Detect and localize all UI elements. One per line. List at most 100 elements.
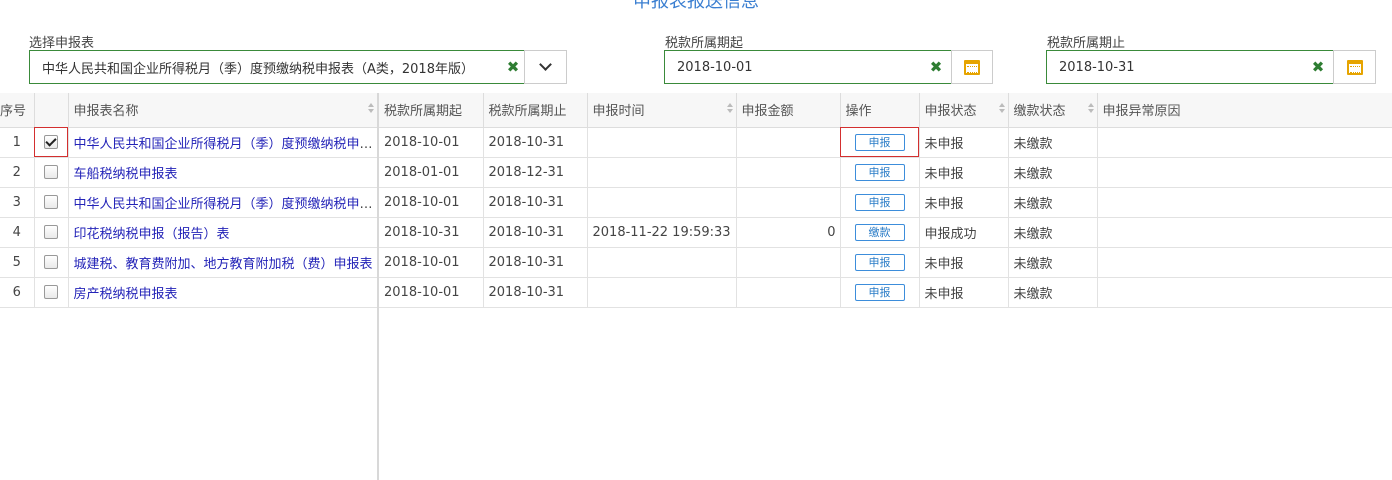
row-checkbox[interactable] bbox=[44, 285, 58, 299]
table-row[interactable]: 2 车船税纳税申报表 bbox=[0, 157, 378, 188]
row-error-reason bbox=[1097, 247, 1392, 278]
row-seq: 1 bbox=[0, 127, 35, 158]
form-name-link[interactable]: 城建税、教育费附加、地方教育附加税（费）申报表 bbox=[74, 257, 373, 272]
form-dropdown-button[interactable] bbox=[524, 50, 567, 84]
row-amount bbox=[736, 277, 841, 308]
form-name-link[interactable]: 印花税纳税申报（报告）表 bbox=[74, 227, 230, 242]
row-period-start: 2018-01-01 bbox=[379, 157, 484, 188]
row-checkbox[interactable] bbox=[44, 165, 58, 179]
row-form-name-cell[interactable]: 车船税纳税申报表 bbox=[68, 157, 378, 188]
col-header-pay-status-label: 缴款状态 bbox=[1013, 104, 1066, 120]
pay-button[interactable]: 缴款 bbox=[854, 223, 905, 241]
row-checkbox-cell[interactable] bbox=[34, 127, 69, 158]
row-pay-status: 未缴款 bbox=[1008, 157, 1098, 188]
declare-button[interactable]: 申报 bbox=[854, 163, 905, 181]
row-declare-time: 2018-11-22 19:59:33 bbox=[587, 217, 737, 248]
row-period-end: 2018-10-31 bbox=[483, 187, 588, 218]
row-pay-status: 未缴款 bbox=[1008, 247, 1098, 278]
row-checkbox-cell[interactable] bbox=[34, 277, 69, 308]
period-start-label: 税款所属期起 bbox=[665, 36, 744, 51]
row-declare-status: 申报成功 bbox=[919, 217, 1009, 248]
col-header-pay-status[interactable]: 缴款状态 bbox=[1008, 93, 1098, 128]
table-row[interactable]: 2018-10-31 2018-10-31 2018-11-22 19:59:33 0… bbox=[379, 217, 1392, 248]
col-header-declare-time[interactable]: 申报时间 bbox=[587, 93, 737, 128]
row-declare-status: 未申报 bbox=[919, 247, 1009, 278]
form-name-link[interactable]: 中华人民共和国企业所得税月（季）度预缴纳税申报表（B类，2018年版） bbox=[74, 197, 377, 212]
row-period-end: 2018-10-31 bbox=[483, 277, 588, 308]
row-form-name-cell[interactable]: 中华人民共和国企业所得税月（季）度预缴纳税申报表（A类，2018年版） bbox=[68, 127, 378, 158]
period-end-input[interactable]: 2018-10-31 ✖ bbox=[1046, 50, 1334, 84]
table-row[interactable]: 4 印花税纳税申报（报告）表 bbox=[0, 217, 378, 248]
row-checkbox-cell[interactable] bbox=[34, 217, 69, 248]
table-row[interactable]: 2018-10-01 2018-10-31 申报 未申报 未缴款 bbox=[379, 247, 1392, 278]
table-row[interactable]: 3 中华人民共和国企业所得税月（季）度预缴纳税申报表（B类，2018年版） bbox=[0, 187, 378, 218]
row-operation-cell: 申报 bbox=[840, 277, 920, 308]
col-header-declare-status[interactable]: 申报状态 bbox=[919, 93, 1009, 128]
table-row[interactable]: 6 房产税纳税申报表 bbox=[0, 277, 378, 308]
row-form-name-cell[interactable]: 印花税纳税申报（报告）表 bbox=[68, 217, 378, 248]
table-row[interactable]: 1 中华人民共和国企业所得税月（季）度预缴纳税申报表（A类，2018年版） bbox=[0, 127, 378, 158]
row-pay-status: 未缴款 bbox=[1008, 127, 1098, 158]
row-operation-cell: 申报 bbox=[840, 157, 920, 188]
table-row[interactable]: 2018-01-01 2018-12-31 申报 未申报 未缴款 bbox=[379, 157, 1392, 188]
chevron-down-icon bbox=[539, 58, 552, 71]
declare-button[interactable]: 申报 bbox=[854, 133, 905, 151]
row-declare-status: 未申报 bbox=[919, 127, 1009, 158]
col-header-period-end: 税款所属期止 bbox=[483, 93, 588, 128]
period-start-value: 2018-10-01 bbox=[677, 59, 753, 75]
period-start-input[interactable]: 2018-10-01 ✖ bbox=[664, 50, 952, 84]
form-select[interactable]: 中华人民共和国企业所得税月（季）度预缴纳税申报表（A类，2018年版） ✖ bbox=[29, 50, 525, 84]
period-end-calendar-button[interactable] bbox=[1333, 50, 1376, 84]
table-row[interactable]: 2018-10-01 2018-10-31 申报 未申报 未缴款 bbox=[379, 277, 1392, 308]
row-checkbox-cell[interactable] bbox=[34, 247, 69, 278]
calendar-icon bbox=[964, 59, 980, 75]
declare-button[interactable]: 申报 bbox=[854, 283, 905, 301]
form-name-link[interactable]: 房产税纳税申报表 bbox=[74, 287, 178, 302]
declare-button[interactable]: 申报 bbox=[854, 253, 905, 271]
row-declare-time bbox=[587, 127, 737, 158]
col-header-name-label: 申报表名称 bbox=[73, 104, 139, 120]
row-period-end: 2018-10-31 bbox=[483, 217, 588, 248]
row-checkbox[interactable] bbox=[44, 135, 58, 149]
row-amount: 0 bbox=[736, 217, 841, 248]
table-row[interactable]: 2018-10-01 2018-10-31 申报 未申报 未缴款 bbox=[379, 127, 1392, 158]
col-header-declare-time-label: 申报时间 bbox=[592, 104, 645, 120]
row-amount bbox=[736, 187, 841, 218]
row-seq: 5 bbox=[0, 247, 35, 278]
close-icon[interactable]: ✖ bbox=[925, 58, 947, 76]
table-row[interactable]: 5 城建税、教育费附加、地方教育附加税（费）申报表 bbox=[0, 247, 378, 278]
row-pay-status: 未缴款 bbox=[1008, 277, 1098, 308]
col-header-operation: 操作 bbox=[840, 93, 920, 128]
row-checkbox[interactable] bbox=[44, 195, 58, 209]
row-operation-cell: 缴款 bbox=[840, 217, 920, 248]
row-form-name-cell[interactable]: 中华人民共和国企业所得税月（季）度预缴纳税申报表（B类，2018年版） bbox=[68, 187, 378, 218]
right-table: 税款所属期起 税款所属期止 申报时间 申报金额 操作 申报状态 缴款状态 申报异… bbox=[379, 93, 1392, 308]
row-declare-time bbox=[587, 187, 737, 218]
row-checkbox[interactable] bbox=[44, 255, 58, 269]
row-seq: 6 bbox=[0, 277, 35, 308]
table-row[interactable]: 2018-10-01 2018-10-31 申报 未申报 未缴款 bbox=[379, 187, 1392, 218]
row-error-reason bbox=[1097, 127, 1392, 158]
left-header-row: 序号 申报表名称 bbox=[0, 93, 378, 128]
row-seq: 2 bbox=[0, 157, 35, 188]
form-name-link[interactable]: 中华人民共和国企业所得税月（季）度预缴纳税申报表（A类，2018年版） bbox=[74, 137, 377, 152]
form-name-link[interactable]: 车船税纳税申报表 bbox=[74, 167, 178, 182]
row-checkbox[interactable] bbox=[44, 225, 58, 239]
col-header-name[interactable]: 申报表名称 bbox=[68, 93, 378, 128]
period-start-calendar-button[interactable] bbox=[951, 50, 993, 84]
row-error-reason bbox=[1097, 277, 1392, 308]
col-header-declare-status-label: 申报状态 bbox=[924, 104, 977, 120]
row-period-end: 2018-10-31 bbox=[483, 127, 588, 158]
form-select-label: 选择申报表 bbox=[29, 36, 95, 51]
close-icon[interactable]: ✖ bbox=[1307, 58, 1329, 76]
close-icon[interactable]: ✖ bbox=[502, 58, 524, 76]
row-form-name-cell[interactable]: 房产税纳税申报表 bbox=[68, 277, 378, 308]
row-declare-time bbox=[587, 157, 737, 188]
row-form-name-cell[interactable]: 城建税、教育费附加、地方教育附加税（费）申报表 bbox=[68, 247, 378, 278]
row-seq: 3 bbox=[0, 187, 35, 218]
declare-button[interactable]: 申报 bbox=[854, 193, 905, 211]
row-checkbox-cell[interactable] bbox=[34, 157, 69, 188]
row-operation-cell: 申报 bbox=[840, 247, 920, 278]
row-checkbox-cell[interactable] bbox=[34, 187, 69, 218]
row-pay-status: 未缴款 bbox=[1008, 187, 1098, 218]
